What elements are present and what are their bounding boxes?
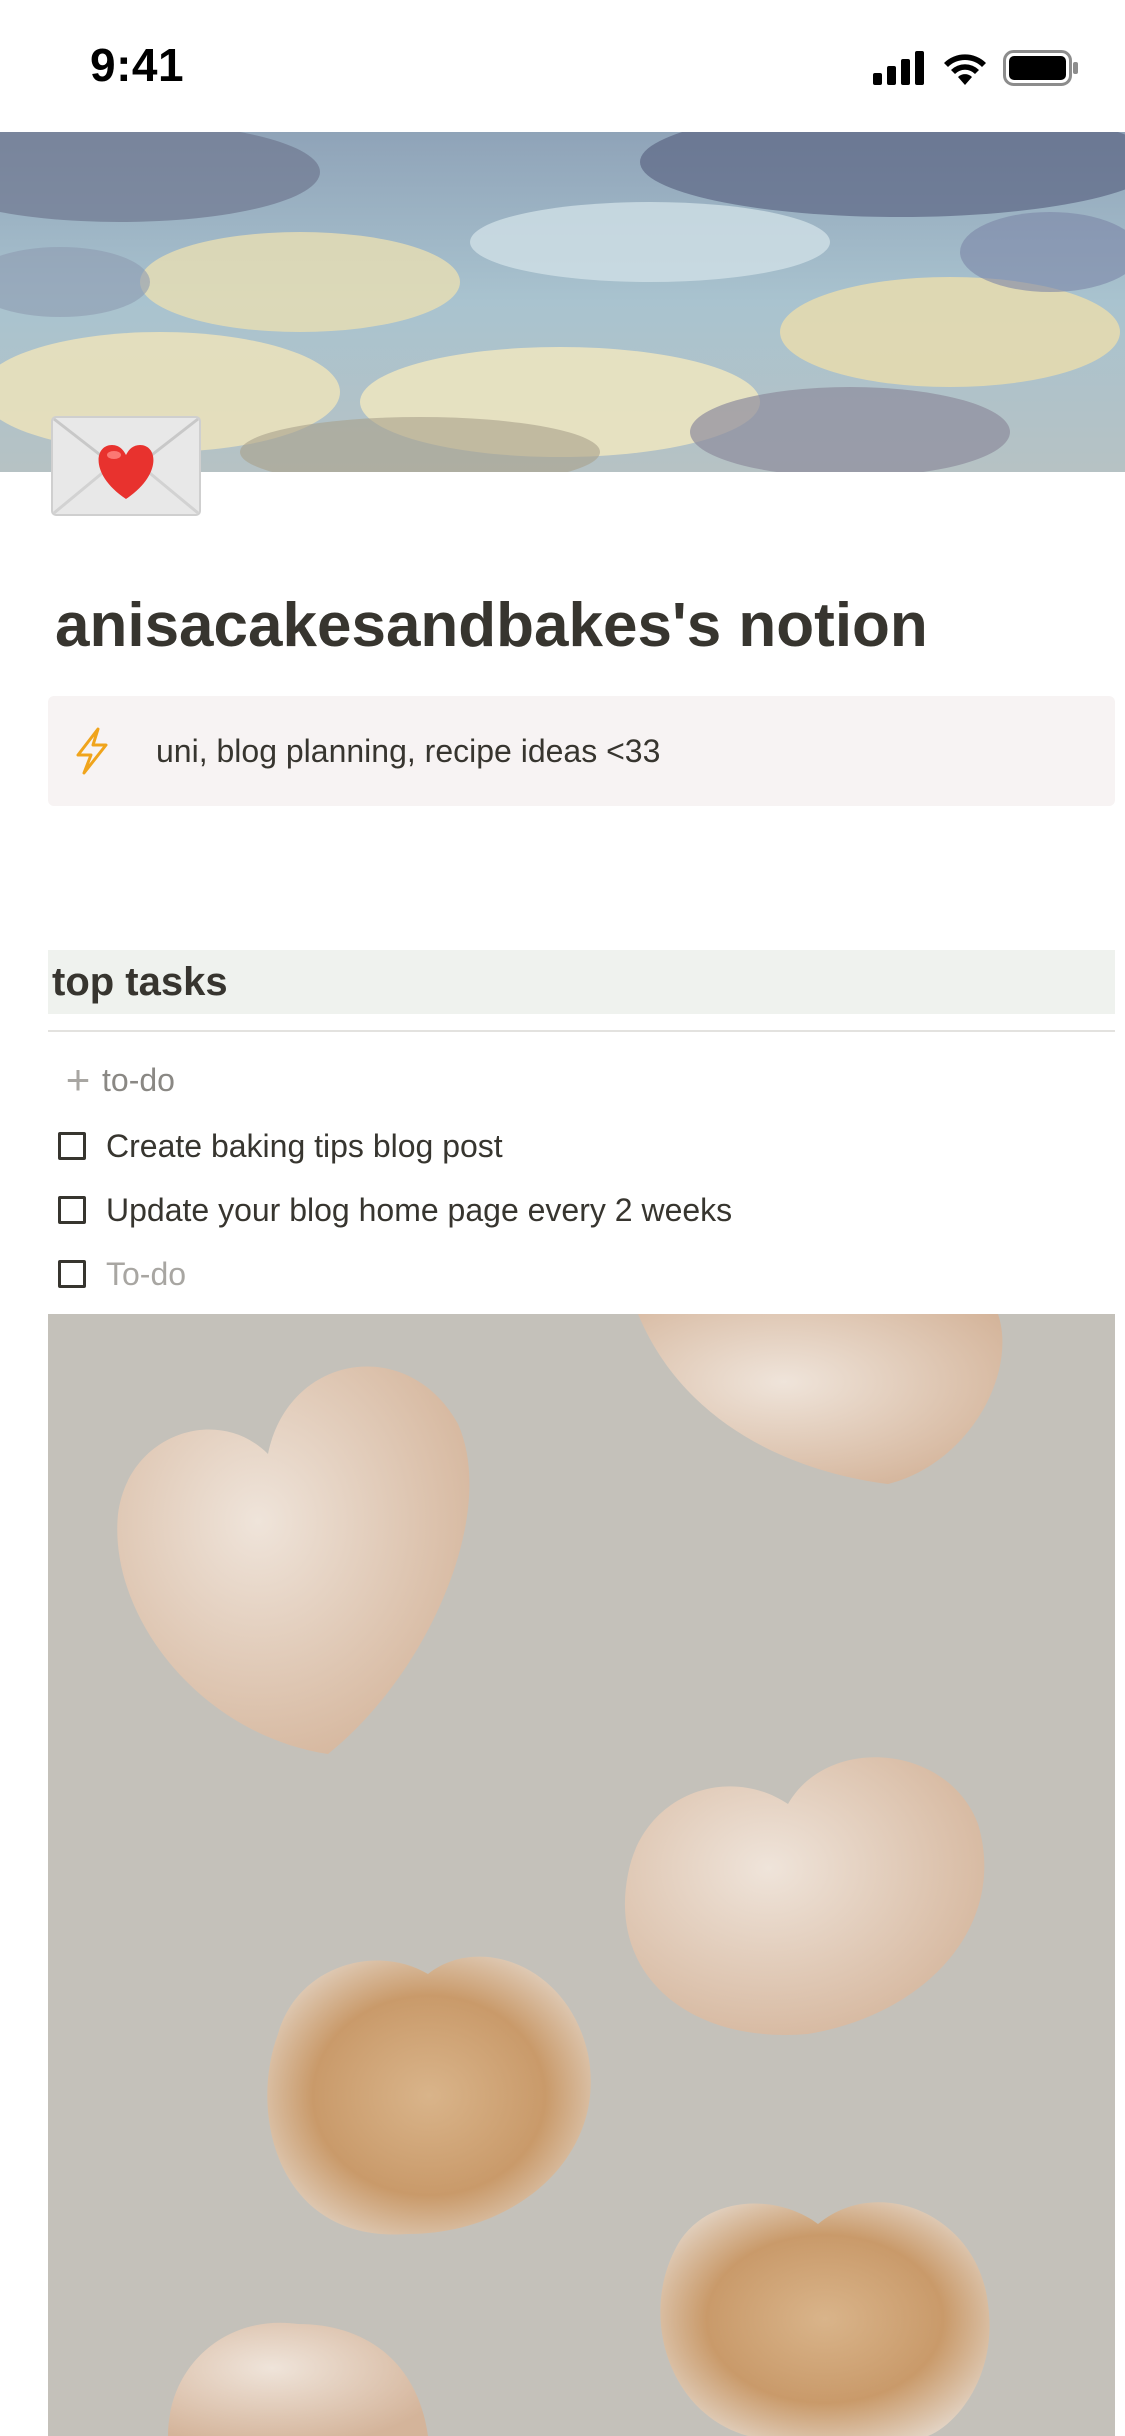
status-icons [873,50,1079,86]
battery-icon [1003,50,1078,86]
doughnut-photo[interactable] [48,1314,1115,2436]
todo-text[interactable]: Update your blog home page every 2 weeks [106,1192,732,1229]
plus-icon: + [65,1056,91,1103]
status-time: 9:41 [90,39,185,91]
cellular-signal-icon [873,51,924,85]
todo-placeholder-text[interactable]: To-do [106,1256,186,1293]
page-title[interactable]: anisacakesandbakes's notion [55,590,928,661]
heart-doughnuts-image [48,1314,1115,2436]
callout-block[interactable]: uni, blog planning, recipe ideas <33 [48,696,1115,806]
lightning-icon [76,727,108,775]
add-todo-label: to-do [102,1061,175,1098]
section-heading[interactable]: top tasks [48,950,1115,1014]
love-letter-icon[interactable] [50,415,202,517]
callout-text: uni, blog planning, recipe ideas <33 [156,732,661,769]
status-bar: 9:41 [0,0,1125,132]
todo-placeholder-item[interactable]: To-do [58,1250,186,1298]
todo-checkbox[interactable] [58,1260,86,1288]
wifi-icon [944,54,986,85]
todo-checkbox[interactable] [58,1132,86,1160]
divider [48,1030,1115,1032]
todo-text[interactable]: Create baking tips blog post [106,1128,503,1165]
add-todo-button[interactable]: + to-do [58,1058,175,1102]
todo-checkbox[interactable] [58,1196,86,1224]
todo-item[interactable]: Create baking tips blog post [58,1122,503,1170]
heading-text: top tasks [52,959,228,1004]
todo-item[interactable]: Update your blog home page every 2 weeks [58,1186,732,1234]
